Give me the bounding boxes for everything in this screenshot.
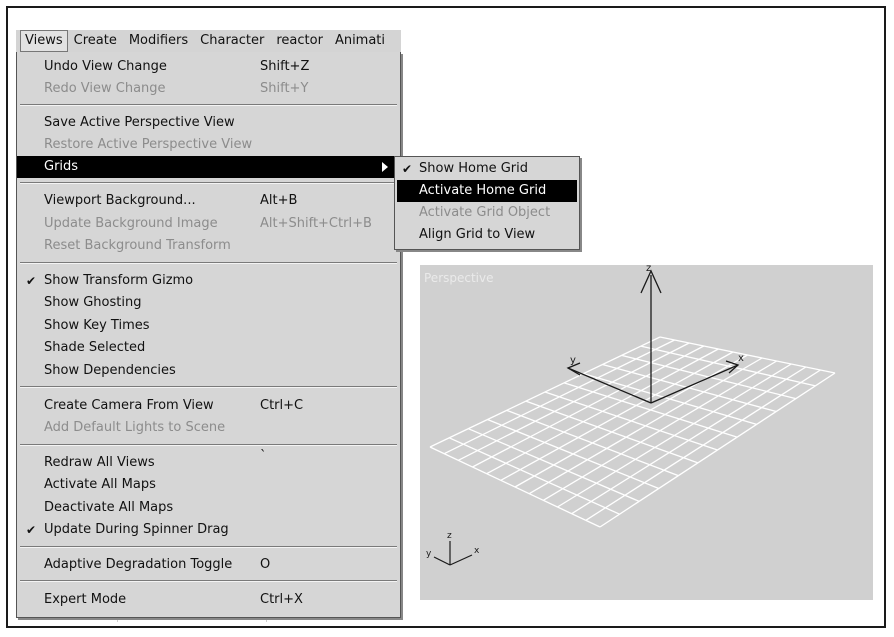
menu-item-show-ghosting[interactable]: Show Ghosting	[17, 292, 400, 314]
perspective-viewport[interactable]: z y x z y x Perspective	[420, 265, 873, 600]
menu-item-label: Activate All Maps	[44, 477, 156, 492]
menu-item-label: Reset Background Transform	[44, 238, 231, 253]
menu-item-label: Update During Spinner Drag	[44, 522, 229, 537]
menu-item-update-background-image[interactable]: Update Background Image Alt+Shift+Ctrl+B	[17, 213, 400, 235]
menu-views[interactable]: Views	[20, 30, 68, 52]
menu-item-label: Grids	[44, 159, 79, 174]
menu-separator	[20, 546, 397, 548]
checkmark-icon: ✔	[26, 274, 37, 288]
menu-item-show-transform-gizmo[interactable]: ✔ Show Transform Gizmo	[17, 270, 400, 292]
menu-item-redraw-all-views[interactable]: Redraw All Views `	[17, 449, 400, 474]
home-grid	[429, 336, 836, 528]
submenu-item-show-home-grid[interactable]: ✔ Show Home Grid	[397, 158, 577, 180]
menu-item-restore-active-perspective-view[interactable]: Restore Active Perspective View	[17, 134, 400, 156]
menu-item-label: Shade Selected	[44, 340, 146, 355]
menu-item-label: Undo View Change	[44, 59, 167, 74]
tripod-x-label: x	[474, 546, 480, 556]
submenu-item-label: Activate Grid Object	[419, 205, 551, 220]
menu-item-label: Redraw All Views	[44, 455, 155, 470]
transform-gizmo	[566, 269, 740, 404]
menu-item-create-camera-from-view[interactable]: Create Camera From View Ctrl+C	[17, 395, 400, 417]
menu-item-show-dependencies[interactable]: Show Dependencies	[17, 360, 400, 382]
menu-item-label: Save Active Perspective View	[44, 115, 235, 130]
submenu-item-label: Align Grid to View	[419, 227, 536, 242]
menu-item-shortcut: Ctrl+X	[260, 592, 303, 607]
menu-separator	[20, 104, 397, 106]
menu-item-label: Restore Active Perspective View	[44, 137, 253, 152]
world-axis-tripod	[433, 541, 473, 566]
menu-item-viewport-background[interactable]: Viewport Background... Alt+B	[17, 190, 400, 212]
submenu-item-align-grid-to-view[interactable]: Align Grid to View	[397, 224, 577, 246]
menu-separator	[20, 182, 397, 184]
menu-item-shortcut: Shift+Z	[260, 59, 310, 74]
menu-separator	[20, 580, 397, 582]
menu-item-expert-mode[interactable]: Expert Mode Ctrl+X	[17, 589, 400, 611]
submenu-item-label: Show Home Grid	[419, 161, 529, 176]
submenu-item-activate-home-grid[interactable]: Activate Home Grid	[397, 180, 577, 202]
menu-item-shortcut: Shift+Y	[260, 81, 309, 96]
menu-create[interactable]: Create	[68, 30, 123, 52]
menu-item-add-default-lights[interactable]: Add Default Lights to Scene	[17, 417, 400, 439]
menu-item-label: Show Transform Gizmo	[44, 273, 194, 288]
menu-separator	[20, 444, 397, 446]
grids-submenu: ✔ Show Home Grid Activate Home Grid Acti…	[394, 156, 580, 250]
checkmark-icon: ✔	[402, 162, 413, 176]
gizmo-y-label: y	[570, 355, 576, 366]
menu-item-shortcut: Alt+B	[260, 193, 298, 208]
menu-item-show-key-times[interactable]: Show Key Times	[17, 315, 400, 337]
menu-modifiers[interactable]: Modifiers	[123, 30, 194, 52]
menu-item-activate-all-maps[interactable]: Activate All Maps	[17, 474, 400, 496]
menu-item-reset-background-transform[interactable]: Reset Background Transform	[17, 235, 400, 257]
menu-bar: Views Create Modifiers Character reactor…	[16, 30, 401, 52]
views-dropdown-menu: Undo View Change Shift+Z Redo View Chang…	[16, 52, 401, 618]
menu-item-label: Redo View Change	[44, 81, 166, 96]
menu-item-label: Deactivate All Maps	[44, 500, 174, 515]
gizmo-x-label: x	[738, 353, 744, 364]
tripod-z-label: z	[447, 531, 452, 541]
submenu-item-label: Activate Home Grid	[419, 183, 547, 198]
tripod-y-label: y	[426, 549, 432, 559]
submenu-arrow-icon	[382, 162, 388, 172]
menu-item-label: Create Camera From View	[44, 398, 214, 413]
menu-item-grids[interactable]: Grids	[17, 156, 400, 178]
menu-reactor[interactable]: reactor	[270, 30, 329, 52]
menu-item-shade-selected[interactable]: Shade Selected	[17, 337, 400, 359]
menu-item-shortcut: `	[260, 449, 267, 464]
menu-item-label: Adaptive Degradation Toggle	[44, 557, 233, 572]
menu-item-adaptive-degradation-toggle[interactable]: Adaptive Degradation Toggle O	[17, 554, 400, 576]
menu-item-label: Update Background Image	[44, 216, 218, 231]
viewport-scene: z y x z y x	[426, 265, 836, 566]
menu-item-label: Show Ghosting	[44, 295, 142, 310]
checkmark-icon: ✔	[26, 523, 37, 537]
menu-separator	[20, 386, 397, 388]
viewport-label[interactable]: Perspective	[424, 271, 494, 285]
menu-item-shortcut: Alt+Shift+Ctrl+B	[260, 216, 372, 231]
gizmo-z-label: z	[646, 265, 651, 274]
menu-character[interactable]: Character	[194, 30, 270, 52]
menu-item-save-active-perspective-view[interactable]: Save Active Perspective View	[17, 112, 400, 134]
menu-item-redo-view-change[interactable]: Redo View Change Shift+Y	[17, 78, 400, 100]
menu-item-label: Add Default Lights to Scene	[44, 420, 226, 435]
menu-item-update-during-spinner-drag[interactable]: ✔ Update During Spinner Drag	[17, 519, 400, 541]
menu-animation[interactable]: Animati	[329, 30, 391, 52]
submenu-item-activate-grid-object[interactable]: Activate Grid Object	[397, 202, 577, 224]
menu-item-label: Expert Mode	[44, 592, 127, 607]
menu-item-deactivate-all-maps[interactable]: Deactivate All Maps	[17, 497, 400, 519]
grid-line	[543, 360, 777, 501]
menu-item-shortcut: O	[260, 557, 271, 572]
menu-item-label: Show Key Times	[44, 318, 150, 333]
menu-item-shortcut: Ctrl+C	[260, 398, 304, 413]
grid-line	[528, 357, 763, 495]
grid-line	[557, 363, 792, 508]
menu-item-label: Viewport Background...	[44, 193, 196, 208]
grid-line	[514, 354, 748, 488]
menu-separator	[20, 262, 397, 264]
menu-item-label: Show Dependencies	[44, 363, 176, 378]
menu-item-undo-view-change[interactable]: Undo View Change Shift+Z	[17, 56, 400, 78]
